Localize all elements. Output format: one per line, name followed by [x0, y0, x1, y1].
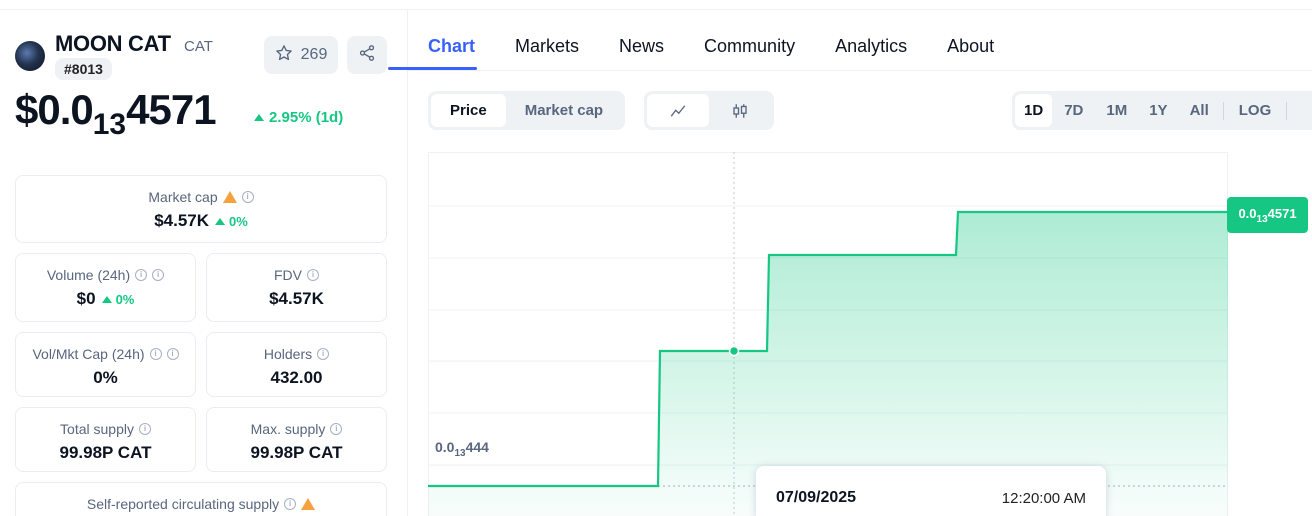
price-chart: [428, 152, 1228, 516]
low-label-digits: 444: [465, 439, 489, 455]
tooltip-time: 12:20:00 AM: [1001, 490, 1086, 507]
current-tag-zeros: 13: [1256, 214, 1268, 225]
current-price-tag: 0.0134571: [1227, 197, 1308, 233]
hover-point: [728, 345, 740, 357]
current-tag-prefix: 0.0: [1238, 206, 1257, 221]
tooltip-date: 07/09/2025: [776, 489, 857, 506]
low-label-prefix: 0.0: [435, 439, 455, 455]
low-price-label: 0.013444: [435, 439, 489, 459]
low-label-zeros: 13: [454, 448, 466, 459]
chart-tooltip: 07/09/2025 12:20:00 AM: [756, 466, 1106, 516]
current-tag-digits: 4571: [1267, 206, 1297, 221]
